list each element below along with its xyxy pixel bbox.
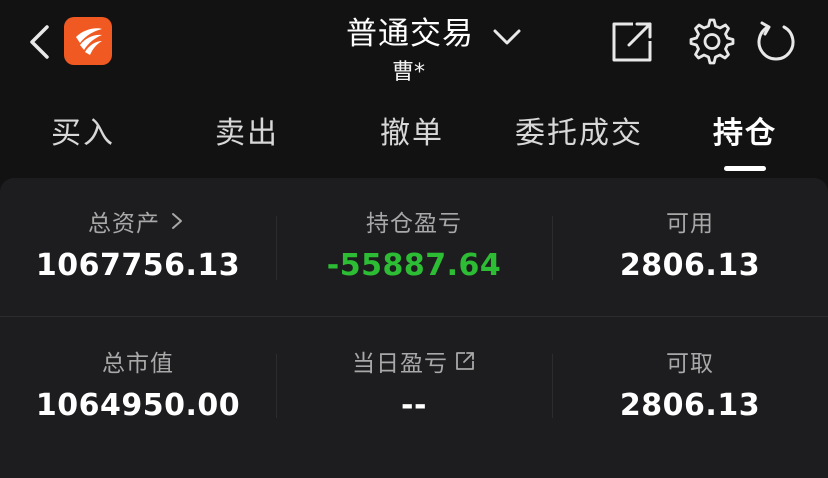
app-logo-icon (76, 28, 102, 55)
chevron-right-icon (166, 210, 188, 232)
account-name: 曹* (392, 60, 426, 85)
share-external-icon (612, 22, 652, 62)
position-pnl-label: 持仓盈亏 (366, 211, 462, 237)
withdrawable-value: 2806.13 (619, 388, 761, 423)
total-assets-value: 1067756.13 (35, 248, 241, 283)
position-pnl-cell: 持仓盈亏 -55887.64 (276, 204, 552, 283)
withdrawable-label-row: 可取 (552, 344, 828, 378)
row-divider (0, 316, 828, 317)
withdrawable-cell: 可取 2806.13 (552, 344, 828, 423)
daily-pnl-value: -- (401, 388, 427, 423)
active-tab-indicator (724, 166, 766, 171)
top-bar: 普通交易 曹* (0, 0, 828, 88)
refresh-icon (757, 21, 795, 61)
market-value-label-row: 总市值 (0, 344, 276, 378)
available-value: 2806.13 (619, 248, 761, 283)
tab-cancel-order[interactable]: 撤单 (365, 108, 459, 158)
refresh-button[interactable] (752, 18, 800, 66)
position-pnl-label-row: 持仓盈亏 (276, 204, 552, 238)
market-value-label: 总市值 (102, 351, 174, 377)
daily-pnl-label: 当日盈亏 (352, 351, 448, 377)
account-summary-card: 总资产 1067756.13 持仓盈亏 -55887.64 可用 2806.13… (0, 178, 828, 478)
trade-mode-selector[interactable]: 普通交易 曹* (330, 4, 530, 85)
settings-button[interactable] (688, 18, 736, 66)
gear-icon (689, 18, 735, 65)
available-label-row: 可用 (552, 204, 828, 238)
total-assets-label-row: 总资产 (0, 204, 276, 238)
total-assets-label: 总资产 (88, 211, 160, 237)
share-external-icon[interactable] (454, 350, 476, 372)
available-cell: 可用 2806.13 (552, 204, 828, 283)
tab-sell[interactable]: 卖出 (200, 108, 294, 158)
withdrawable-label: 可取 (666, 351, 714, 377)
trade-tabs: 买入 卖出 撤单 委托成交 持仓 (0, 88, 828, 176)
market-value-cell: 总市值 1064950.00 (0, 344, 276, 423)
market-value-value: 1064950.00 (35, 388, 241, 423)
tab-orders-trades[interactable]: 委托成交 (504, 108, 654, 158)
chevron-left-icon (30, 25, 49, 59)
tab-buy[interactable]: 买入 (36, 108, 130, 158)
daily-pnl-label-row: 当日盈亏 (276, 344, 552, 378)
app-logo (64, 17, 112, 65)
share-button[interactable] (608, 18, 656, 66)
daily-pnl-cell[interactable]: 当日盈亏 -- (276, 344, 552, 423)
total-assets-cell[interactable]: 总资产 1067756.13 (0, 204, 276, 283)
chevron-down-icon (493, 29, 521, 45)
tab-positions[interactable]: 持仓 (698, 108, 792, 158)
page-title: 普通交易 (346, 16, 474, 52)
position-pnl-value: -55887.64 (326, 248, 502, 283)
back-button[interactable] (22, 20, 56, 64)
available-label: 可用 (666, 211, 714, 237)
